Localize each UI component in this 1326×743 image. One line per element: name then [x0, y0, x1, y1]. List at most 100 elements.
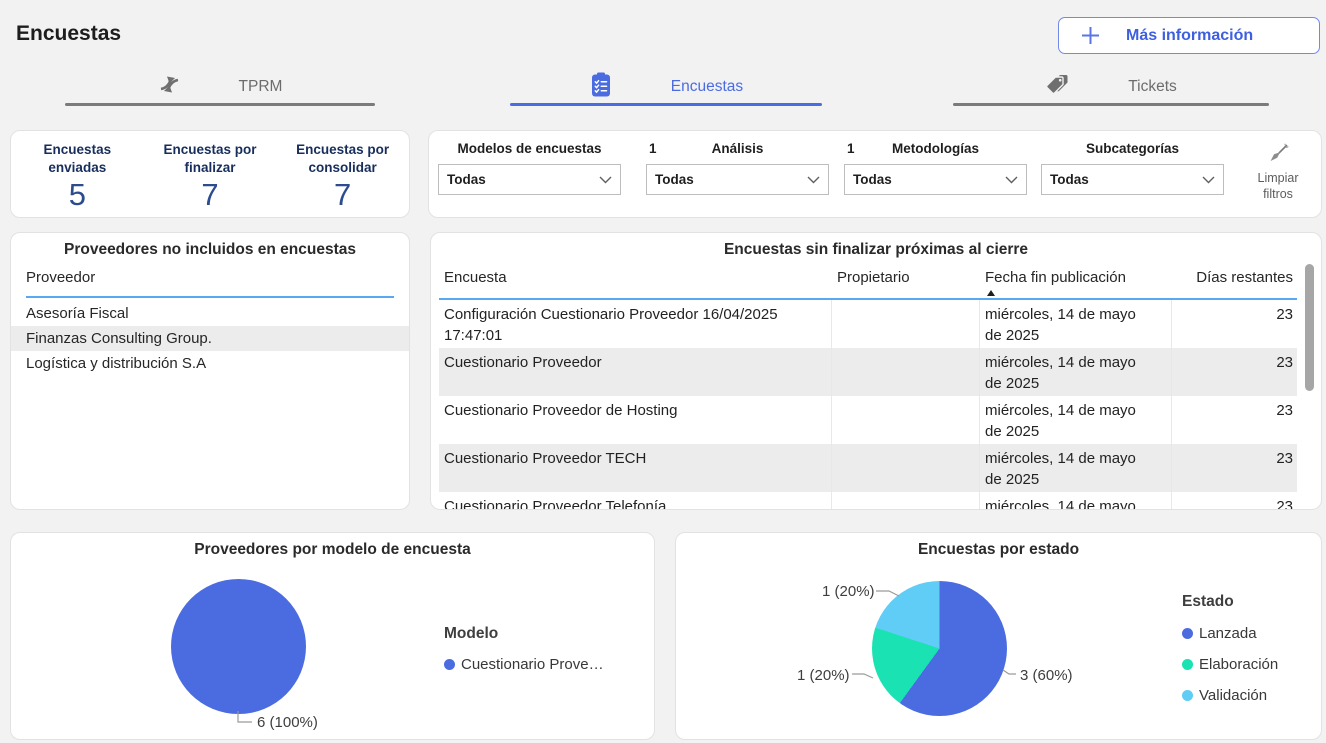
chart-title: Proveedores por modelo de encuesta [11, 541, 654, 559]
cell-dias: 23 [1172, 492, 1297, 509]
slicer-label: Análisis [646, 141, 829, 156]
slicer-analisis: 1 Análisis Todas [646, 131, 829, 219]
dropdown-value: Todas [853, 172, 892, 187]
cell-encuesta: Cuestionario Proveedor [439, 348, 832, 396]
column-header-propietario[interactable]: Propietario [837, 269, 910, 286]
proveedores-panel: Proveedores no incluidos en encuestas Pr… [10, 232, 410, 510]
kpi-por-finalizar: Encuestas por finalizar 7 [150, 141, 270, 213]
slicer-label: Subcategorías [1041, 141, 1224, 156]
clear-filters-label-2: filtros [1239, 186, 1317, 202]
table-row[interactable]: Cuestionario Proveedor de Hosting miérco… [439, 396, 1297, 444]
kpi-card: Encuestas enviadas 5 Encuestas por final… [10, 130, 410, 218]
dropdown-value: Todas [447, 172, 486, 187]
cell-fecha: miércoles, 14 de mayo de 2025 [980, 444, 1172, 492]
plus-icon [1081, 26, 1100, 45]
modelos-dropdown[interactable]: Todas [438, 164, 621, 195]
legend-title: Modelo [444, 625, 604, 643]
legend-label: Validación [1199, 687, 1267, 704]
column-header-fecha[interactable]: Fecha fin publicación [985, 269, 1126, 286]
analisis-dropdown[interactable]: Todas [646, 164, 829, 195]
header-underline [26, 296, 394, 298]
broom-icon [1267, 152, 1289, 169]
proveedores-list: Asesoría Fiscal Finanzas Consulting Grou… [11, 301, 409, 376]
tags-icon [1045, 74, 1070, 101]
pie-data-label: 6 (100%) [257, 714, 318, 731]
chart-legend: Modelo Cuestionario Prove… [444, 625, 604, 673]
kpi-label: Encuestas enviadas [17, 141, 137, 176]
legend-title: Estado [1182, 593, 1278, 611]
encuestas-panel-title: Encuestas sin finalizar próximas al cier… [431, 241, 1321, 259]
estado-chart-card: Encuestas por estado 1 (20%) 1 (20%) 3 (… [675, 532, 1322, 740]
chevron-down-icon [1005, 176, 1018, 184]
legend-label: Cuestionario Prove… [461, 656, 604, 673]
dropdown-value: Todas [1050, 172, 1089, 187]
table-scrollbar[interactable] [1305, 264, 1314, 391]
legend-label: Elaboración [1199, 656, 1278, 673]
chart-title: Encuestas por estado [676, 541, 1321, 559]
tab-tprm-label: TPRM [239, 78, 283, 96]
kpi-value: 5 [17, 177, 137, 213]
tab-tickets[interactable]: Tickets [953, 72, 1269, 106]
cell-fecha: miércoles, 14 de mayo de 2025 [980, 300, 1172, 348]
pie-data-label-validacion: 1 (20%) [822, 583, 874, 600]
cell-encuesta: Cuestionario Proveedor de Hosting [439, 396, 832, 444]
legend-dot [1182, 628, 1193, 639]
list-item[interactable]: Asesoría Fiscal [11, 301, 409, 326]
chart-legend: Estado Lanzada Elaboración Validación [1182, 593, 1278, 704]
legend-item-lanzada[interactable]: Lanzada [1182, 625, 1278, 642]
kpi-value: 7 [283, 177, 403, 213]
clear-filters-label-1: Limpiar [1239, 170, 1317, 186]
clear-filters-button[interactable]: Limpiar filtros [1239, 143, 1317, 202]
tab-encuestas-label: Encuestas [671, 78, 743, 96]
cell-encuesta: Configuración Cuestionario Proveedor 16/… [439, 300, 832, 348]
proveedores-chart-card: Proveedores por modelo de encuesta 6 (10… [10, 532, 655, 740]
tab-underline [65, 103, 375, 106]
encuestas-table-panel: Encuestas sin finalizar próximas al cier… [430, 232, 1322, 510]
cell-fecha: miércoles, 14 de mayo de 2025 [980, 396, 1172, 444]
table-row[interactable]: Cuestionario Proveedor Telefonía miércol… [439, 492, 1297, 509]
legend-dot [1182, 690, 1193, 701]
legend-item-validacion[interactable]: Validación [1182, 687, 1278, 704]
pie-data-label-elaboracion: 1 (20%) [797, 667, 849, 684]
column-header-dias[interactable]: Días restantes [1196, 269, 1293, 286]
filter-card: Modelos de encuestas Todas 1 Análisis To… [428, 130, 1322, 218]
dropdown-value: Todas [655, 172, 694, 187]
legend-item[interactable]: Cuestionario Prove… [444, 656, 604, 673]
slicer-label: Metodologías [844, 141, 1027, 156]
table-row[interactable]: Cuestionario Proveedor TECH miércoles, 1… [439, 444, 1297, 492]
kpi-por-consolidar: Encuestas por consolidar 7 [283, 141, 403, 213]
pie-data-label-lanzada: 3 (60%) [1020, 667, 1073, 684]
encuestas-dashboard: Encuestas Más información TPRM [0, 0, 1326, 743]
slicer-metodologias: 1 Metodologías Todas [844, 131, 1027, 219]
column-header-proveedor[interactable]: Proveedor [26, 269, 95, 286]
pie-chart-estado[interactable] [872, 581, 1007, 716]
kpi-label: Encuestas por finalizar [150, 141, 270, 176]
table-row[interactable]: Cuestionario Proveedor miércoles, 14 de … [439, 348, 1297, 396]
tab-encuestas[interactable]: Encuestas [510, 72, 822, 106]
kpi-label: Encuestas por consolidar [283, 141, 403, 176]
column-header-encuesta[interactable]: Encuesta [444, 269, 507, 286]
cell-propietario [832, 348, 980, 396]
legend-item-elaboracion[interactable]: Elaboración [1182, 656, 1278, 673]
slicer-label: Modelos de encuestas [438, 141, 621, 156]
encuestas-table-body: Configuración Cuestionario Proveedor 16/… [439, 300, 1297, 509]
legend-dot [444, 659, 455, 670]
chevron-down-icon [1202, 176, 1215, 184]
table-row[interactable]: Configuración Cuestionario Proveedor 16/… [439, 300, 1297, 348]
list-item[interactable]: Finanzas Consulting Group. [11, 326, 409, 351]
pie-chart-modelo[interactable] [171, 579, 306, 714]
slicer-modelos-de-encuestas: Modelos de encuestas Todas [438, 131, 621, 219]
cell-dias: 23 [1172, 396, 1297, 444]
metodologias-dropdown[interactable]: Todas [844, 164, 1027, 195]
tab-tprm[interactable]: TPRM [65, 72, 375, 106]
subcategorias-dropdown[interactable]: Todas [1041, 164, 1224, 195]
list-item[interactable]: Logística y distribución S.A [11, 351, 409, 376]
more-info-label: Más información [1126, 27, 1253, 45]
cell-dias: 23 [1172, 300, 1297, 348]
cell-dias: 23 [1172, 444, 1297, 492]
cell-fecha: miércoles, 14 de mayo de 2025 [980, 348, 1172, 396]
legend-dot [1182, 659, 1193, 670]
tab-underline-active [510, 103, 822, 106]
more-info-button[interactable]: Más información [1058, 17, 1320, 54]
tab-underline [953, 103, 1269, 106]
